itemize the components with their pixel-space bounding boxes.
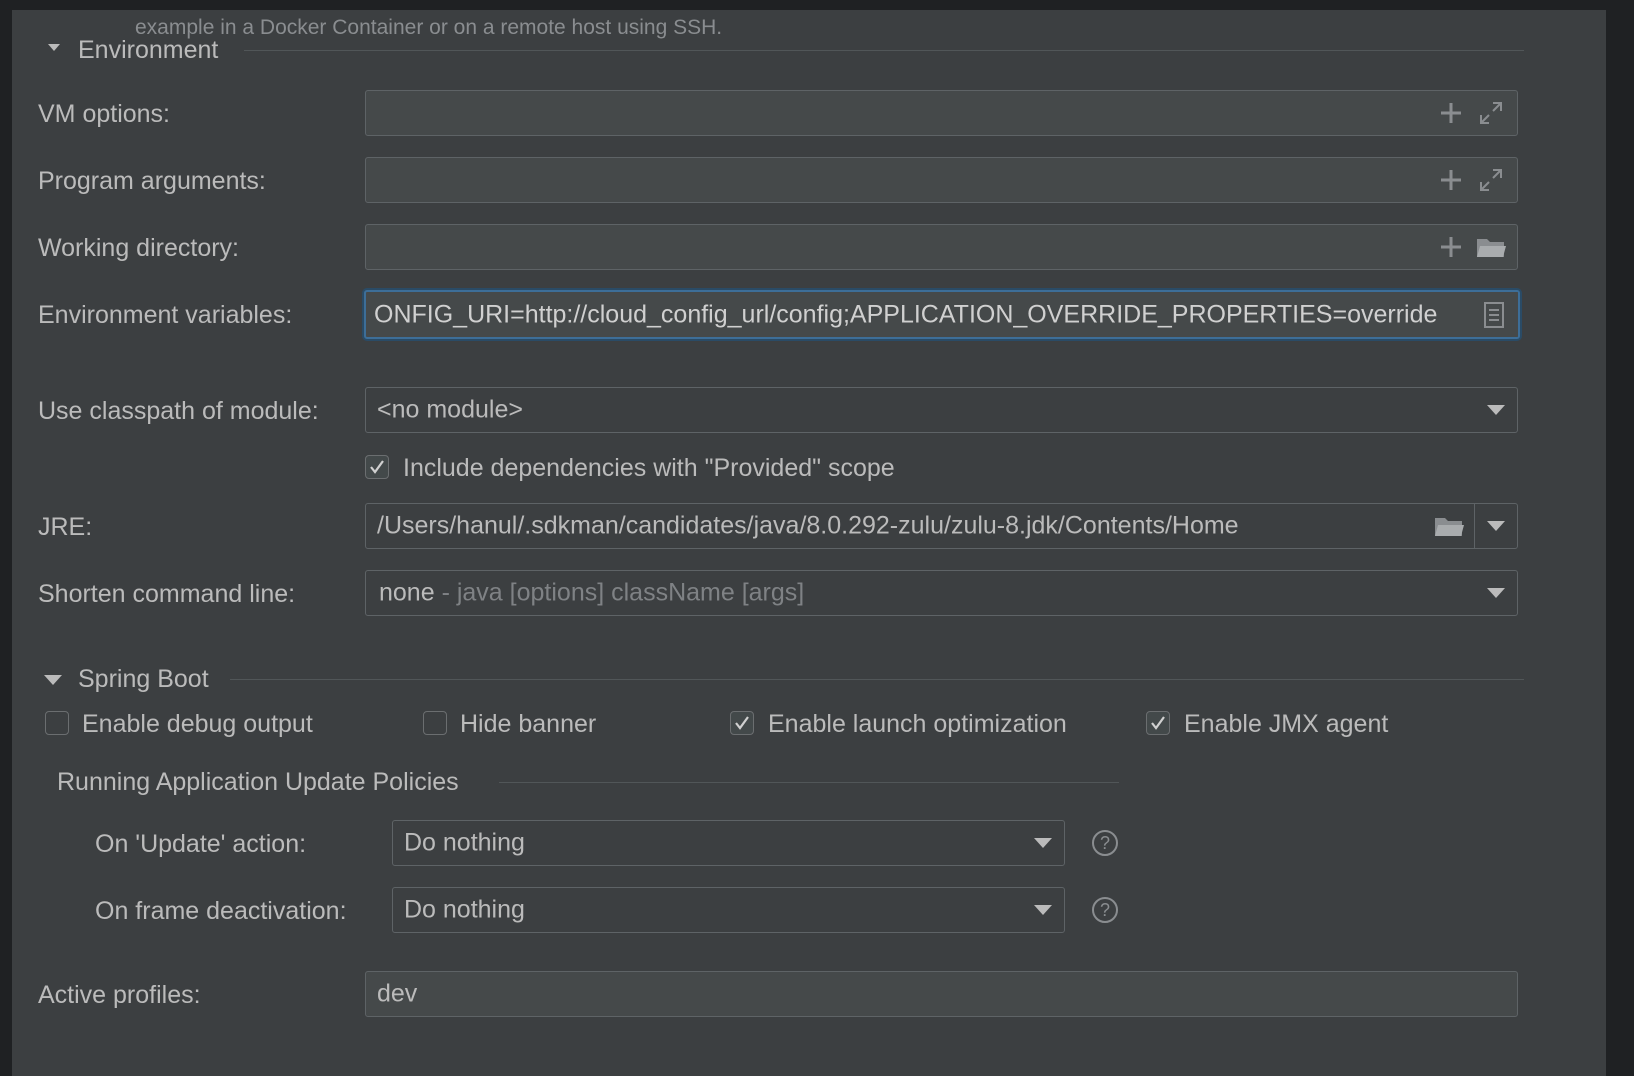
help-icon[interactable]: ? [1092,830,1118,856]
plus-icon[interactable] [1437,99,1465,127]
checkmark-icon [1151,716,1165,730]
help-icon[interactable]: ? [1092,897,1118,923]
environment-variables-value: ONFIG_URI=http://cloud_config_url/config… [374,300,1438,328]
shorten-command-line-label: Shorten command line: [38,580,296,608]
environment-variables-label: Environment variables: [38,301,293,329]
working-directory-label: Working directory: [38,234,239,262]
environment-separator [244,50,1524,51]
chevron-down-icon[interactable] [1034,905,1052,915]
jre-combo[interactable]: /Users/hanul/.sdkman/candidates/java/8.0… [365,503,1518,549]
expand-icon[interactable] [1477,166,1505,194]
on-update-action-dropdown[interactable]: Do nothing [392,820,1065,866]
vm-options-field[interactable] [365,90,1518,136]
classpath-module-label: Use classpath of module: [38,397,319,425]
include-provided-label[interactable]: Include dependencies with "Provided" sco… [403,454,895,483]
plus-icon[interactable] [1437,233,1465,261]
enable-launch-optimization-label[interactable]: Enable launch optimization [768,710,1067,739]
working-directory-field[interactable] [365,224,1518,270]
include-provided-checkbox[interactable] [365,455,389,479]
spring-boot-section-title[interactable]: Spring Boot [78,665,209,694]
active-profiles-value: dev [377,979,418,1008]
environment-section-title[interactable]: Environment [78,36,218,65]
checkmark-icon [370,460,384,474]
on-update-action-value: Do nothing [404,828,525,857]
on-frame-deactivation-dropdown[interactable]: Do nothing [392,887,1065,933]
active-profiles-field[interactable]: dev [365,971,1518,1017]
expand-icon[interactable] [1477,99,1505,127]
shorten-command-line-hint: - java [options] className [args] [441,578,805,607]
chevron-down-icon[interactable] [1487,521,1505,531]
shorten-command-line-value: none [379,578,435,607]
program-arguments-label: Program arguments: [38,167,266,195]
enable-launch-optimization-checkbox[interactable] [730,711,754,735]
collapse-arrow-icon[interactable] [48,44,60,51]
jre-value: /Users/hanul/.sdkman/candidates/java/8.0… [377,511,1239,540]
checkmark-icon [735,716,749,730]
update-policies-separator [499,782,1119,783]
run-configuration-panel: example in a Docker Container or on a re… [12,10,1606,1076]
document-icon[interactable] [1482,301,1506,329]
enable-jmx-agent-checkbox[interactable] [1146,711,1170,735]
program-arguments-field[interactable] [365,157,1518,203]
chevron-down-icon[interactable] [1487,405,1505,415]
chevron-down-icon[interactable] [1487,588,1505,598]
on-frame-deactivation-value: Do nothing [404,895,525,924]
plus-icon[interactable] [1437,166,1465,194]
shorten-command-line-dropdown[interactable]: none - java [options] className [args] [365,570,1518,616]
environment-variables-field[interactable]: ONFIG_URI=http://cloud_config_url/config… [364,290,1520,339]
classpath-module-dropdown[interactable]: <no module> [365,387,1518,433]
spring-boot-separator [230,679,1524,680]
chevron-down-icon[interactable] [1034,838,1052,848]
jre-label: JRE: [38,513,93,541]
enable-debug-output-checkbox[interactable] [45,711,69,735]
hide-banner-label[interactable]: Hide banner [460,710,596,739]
enable-jmx-agent-label[interactable]: Enable JMX agent [1184,710,1388,739]
enable-debug-output-label[interactable]: Enable debug output [82,710,313,739]
active-profiles-label: Active profiles: [38,981,201,1009]
hide-banner-checkbox[interactable] [423,711,447,735]
on-update-action-label: On 'Update' action: [95,830,307,858]
vm-options-label: VM options: [38,100,171,128]
header-hint: example in a Docker Container or on a re… [135,16,723,39]
on-frame-deactivation-label: On frame deactivation: [95,897,347,925]
collapse-arrow-icon[interactable] [44,675,62,685]
folder-icon[interactable] [1433,512,1465,540]
update-policies-title: Running Application Update Policies [57,768,459,796]
classpath-module-value: <no module> [377,395,523,424]
folder-icon[interactable] [1475,233,1507,261]
